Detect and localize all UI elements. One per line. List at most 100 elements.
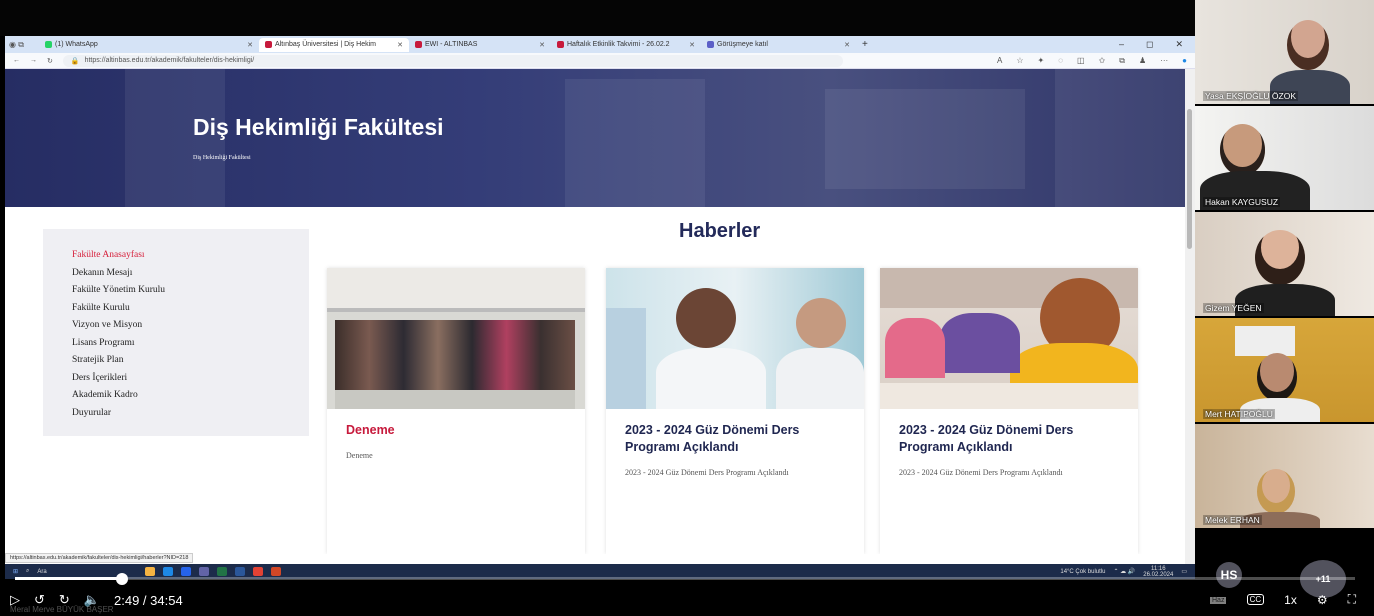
captions-button[interactable]: CC	[1246, 594, 1265, 605]
web-page: Diş Hekimliği Fakültesi Diş Hekimliği Fa…	[5, 69, 1185, 554]
maximize-icon[interactable]: ◻	[1146, 39, 1153, 50]
page-title: Diş Hekimliği Fakültesi	[193, 114, 444, 140]
news-image	[327, 268, 585, 409]
profile-icon[interactable]: ♟	[1139, 56, 1146, 66]
participants-panel: Yasa EKŞİOĞLU ÖZOK Hakan KAYGUSUZ Gizem …	[1195, 0, 1374, 545]
sidebar-item-yonetim-kurulu[interactable]: Fakülte Yönetim Kurulu	[72, 282, 309, 300]
forward-icon[interactable]: →	[30, 57, 37, 64]
close-icon[interactable]: ✕	[247, 41, 253, 49]
participant-tile[interactable]: Gizem YEĞEN	[1195, 212, 1374, 316]
scrollbar-thumb[interactable]	[1187, 109, 1192, 249]
participant-tile[interactable]: Yasa EKŞİOĞLU ÖZOK	[1195, 0, 1374, 104]
news-heading: Haberler	[679, 220, 761, 242]
copilot-icon[interactable]: ●	[1182, 56, 1187, 66]
participant-name: Mert HATIPOĞLU	[1203, 409, 1275, 419]
sidebar-menu: Fakülte Anasayfası Dekanın Mesajı Fakült…	[43, 229, 309, 436]
tab-label: Altınbaş Üniversitesi | Diş Hekim	[275, 41, 377, 48]
new-tab-button[interactable]: +	[856, 39, 868, 50]
sidebar-item-akademik-kadro[interactable]: Akademik Kadro	[72, 387, 309, 405]
breadcrumb: Diş Hekimliği Fakültesi	[193, 155, 251, 161]
sidebar-item-dekanin-mesaji[interactable]: Dekanın Mesajı	[72, 265, 309, 283]
settings-icon[interactable]: ⚙	[1317, 593, 1328, 607]
news-image	[880, 268, 1138, 409]
toolbar-icons: A ☆ ✦ ◌ ◫ ✩ ⧉ ♟ ··· ●	[997, 56, 1187, 66]
sidebar-item-lisans-programi[interactable]: Lisans Programı	[72, 335, 309, 353]
news-description: Deneme	[346, 451, 373, 460]
participant-tile[interactable]: Mert HATIPOĞLU	[1195, 318, 1374, 422]
right-controls: CC 1x ⚙ ⛶	[1246, 592, 1356, 607]
participant-name: Yasa EKŞİOĞLU ÖZOK	[1203, 91, 1299, 101]
participant-name: Hakan KAYGUSUZ	[1203, 197, 1281, 207]
minimize-icon[interactable]: –	[1119, 39, 1124, 50]
news-card[interactable]: 2023 - 2024 Güz Dönemi Ders Programı Açı…	[606, 268, 864, 554]
news-card[interactable]: 2023 - 2024 Güz Dönemi Ders Programı Açı…	[880, 268, 1138, 554]
time-display: 2:49 / 34:54	[114, 592, 183, 608]
teams-icon	[707, 41, 714, 48]
page-scrollbar[interactable]	[1185, 69, 1195, 564]
speed-button[interactable]: 1x	[1284, 593, 1297, 607]
news-image	[606, 268, 864, 409]
back-icon[interactable]: ←	[13, 57, 20, 64]
close-window-icon[interactable]: ✕	[1175, 39, 1183, 50]
collections-icon[interactable]: ⧉	[1119, 56, 1125, 66]
sidebar-item-fakulte-kurulu[interactable]: Fakülte Kurulu	[72, 300, 309, 318]
tab-label: EWI - ALTINBAS	[425, 41, 478, 48]
progress-fill	[15, 577, 123, 580]
favorite-star-icon[interactable]: ☆	[1016, 56, 1023, 66]
altinbas-icon	[265, 41, 272, 48]
altinbas-icon	[415, 41, 422, 48]
sidebar-item-vizyon-misyon[interactable]: Vizyon ve Misyon	[72, 317, 309, 335]
address-bar[interactable]: 🔒 https://altinbas.edu.tr/akademik/fakul…	[62, 54, 843, 67]
close-icon[interactable]: ✕	[539, 41, 545, 49]
sidebar-item-stratejik-plan[interactable]: Stratejik Plan	[72, 352, 309, 370]
status-url: https://altinbas.edu.tr/akademik/fakulte…	[5, 553, 194, 563]
refresh-page-icon[interactable]: ◌	[1058, 56, 1063, 66]
news-card[interactable]: Deneme Deneme	[327, 268, 585, 554]
whatsapp-icon	[45, 41, 52, 48]
fullscreen-icon[interactable]: ⛶	[1348, 592, 1356, 607]
more-icon[interactable]: ···	[1160, 56, 1168, 66]
hs-label: Haz	[1210, 597, 1227, 604]
favorites-icon[interactable]: ✩	[1099, 56, 1106, 66]
sidebar-item-fakulte-anasayfasi[interactable]: Fakülte Anasayfası	[72, 247, 309, 265]
window-controls: – ◻ ✕	[1119, 39, 1195, 50]
close-icon[interactable]: ✕	[689, 41, 695, 49]
participant-tile[interactable]: Hakan KAYGUSUZ	[1195, 106, 1374, 210]
read-aloud-icon[interactable]: A	[997, 56, 1002, 66]
refresh-icon[interactable]: ↻	[47, 57, 53, 65]
lock-icon: 🔒	[70, 57, 80, 65]
presenter-name: Meral Merve BÜYÜK BAŞER	[10, 605, 114, 614]
news-description: 2023 - 2024 Güz Dönemi Ders Programı Açı…	[899, 468, 1063, 477]
news-title[interactable]: Deneme	[327, 409, 585, 439]
news-title[interactable]: 2023 - 2024 Güz Dönemi Ders Programı Açı…	[606, 409, 864, 456]
news-title[interactable]: 2023 - 2024 Güz Dönemi Ders Programı Açı…	[880, 409, 1138, 456]
tab-altinbas[interactable]: Altınbaş Üniversitesi | Diş Hekim ✕	[259, 37, 409, 52]
tab-label: Haftalık Etkinlik Takvimi - 26.02.2	[567, 41, 670, 48]
participant-name: Gizem YEĞEN	[1203, 303, 1264, 313]
tab-strip: ◉ ⧉ (1) WhatsApp ✕ Altınbaş Üniversitesi…	[5, 36, 1195, 53]
participant-tile[interactable]: Melek ERHAN	[1195, 424, 1374, 528]
close-icon[interactable]: ✕	[844, 41, 850, 49]
video-player-controls: ▷ ↺ ↻ 🔈 2:49 / 34:54 CC 1x ⚙ ⛶	[0, 572, 1374, 616]
news-description: 2023 - 2024 Güz Dönemi Ders Programı Açı…	[625, 468, 789, 477]
browser-profile-icon[interactable]: ◉ ⧉	[9, 40, 39, 50]
document-icon	[557, 41, 564, 48]
tab-label: (1) WhatsApp	[55, 41, 98, 48]
close-icon[interactable]: ✕	[397, 41, 403, 49]
screen-top-bar	[0, 0, 1195, 36]
address-bar-row: ← → ↻ 🔒 https://altinbas.edu.tr/akademik…	[5, 53, 1195, 69]
progress-bar[interactable]	[15, 573, 1355, 585]
tab-teams[interactable]: Görüşmeye katıl ✕	[701, 38, 856, 52]
tab-label: Görüşmeye katıl	[717, 41, 768, 48]
tab-whatsapp[interactable]: (1) WhatsApp ✕	[39, 38, 259, 52]
sidebar-item-duyurular[interactable]: Duyurular	[72, 405, 309, 423]
browser-window: ◉ ⧉ (1) WhatsApp ✕ Altınbaş Üniversitesi…	[5, 36, 1195, 564]
tab-ewi[interactable]: EWI - ALTINBAS ✕	[409, 38, 551, 52]
progress-handle[interactable]	[116, 573, 129, 585]
sidebar-item-ders-icerikleri[interactable]: Ders İçerikleri	[72, 370, 309, 388]
split-screen-icon[interactable]: ◫	[1077, 56, 1085, 66]
tab-etkinlik[interactable]: Haftalık Etkinlik Takvimi - 26.02.2 ✕	[551, 38, 701, 52]
extension-icon[interactable]: ✦	[1038, 56, 1045, 66]
participant-name: Melek ERHAN	[1203, 515, 1262, 525]
url-text: https://altinbas.edu.tr/akademik/fakulte…	[84, 57, 255, 64]
